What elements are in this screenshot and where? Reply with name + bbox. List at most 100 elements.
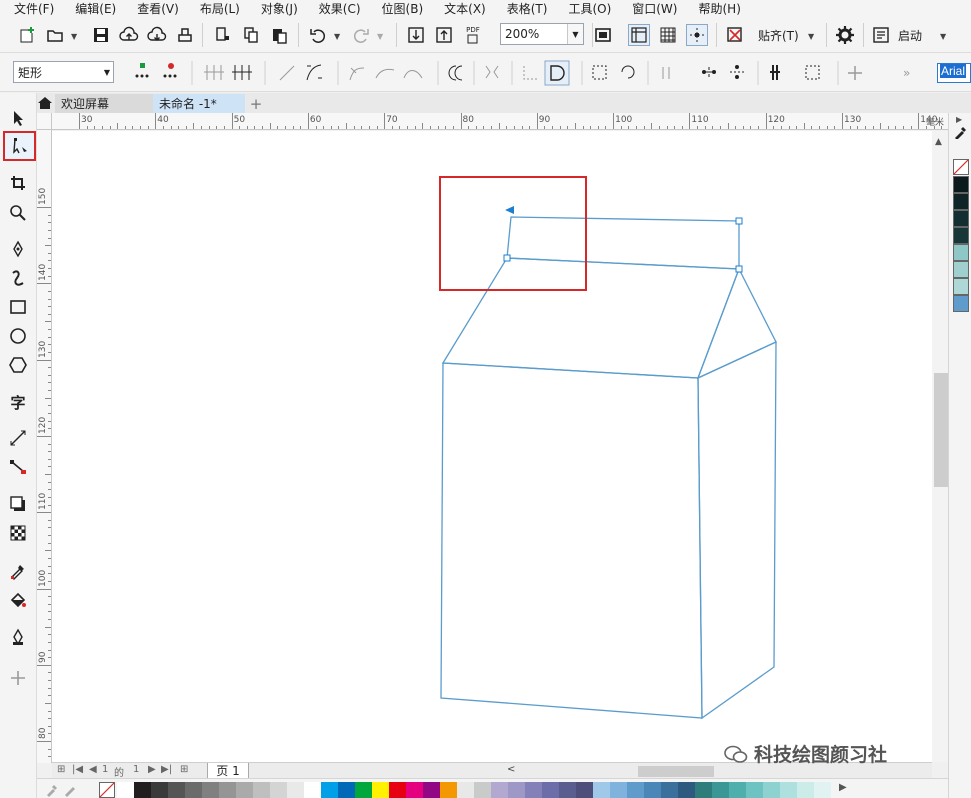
color-swatch[interactable] <box>355 782 372 798</box>
show-guidelines-icon[interactable] <box>686 24 708 46</box>
tab-welcome-screen[interactable]: 欢迎屏幕 <box>55 94 153 113</box>
color-swatch[interactable] <box>134 782 151 798</box>
color-swatch[interactable] <box>457 782 474 798</box>
reverse-direction-icon[interactable] <box>448 65 463 81</box>
open-folder-icon[interactable] <box>44 24 66 46</box>
first-page-icon[interactable]: |◀ <box>72 764 83 775</box>
color-swatch[interactable] <box>610 782 627 798</box>
horizontal-align-icon[interactable] <box>702 67 716 77</box>
selection-node[interactable] <box>503 254 511 262</box>
crop-tool-icon[interactable] <box>6 171 30 195</box>
palette-scroll-right-icon[interactable]: ▶ <box>839 782 847 793</box>
add-node-icon[interactable] <box>135 63 149 78</box>
color-swatch[interactable] <box>729 782 746 798</box>
cut-icon[interactable] <box>212 24 234 46</box>
chevron-down-icon[interactable]: ▼ <box>71 32 77 41</box>
home-icon[interactable] <box>37 95 53 111</box>
color-swatch[interactable] <box>338 782 355 798</box>
eyedropper-icon[interactable] <box>45 783 59 797</box>
save-icon[interactable] <box>90 24 112 46</box>
new-tab-button[interactable]: + <box>247 94 265 113</box>
to-curve-icon[interactable] <box>306 64 322 81</box>
shape-type-select[interactable]: 矩形 ▼ <box>13 61 114 83</box>
palette-scroll-right-icon[interactable]: ▶ <box>956 115 962 124</box>
color-swatch[interactable] <box>953 278 969 295</box>
menu-item-0[interactable]: 文件(F) <box>14 0 54 17</box>
zoom-level-select[interactable]: 200% ▼ <box>500 23 584 45</box>
export-icon[interactable] <box>433 24 455 46</box>
color-swatch[interactable] <box>814 782 831 798</box>
ellipse-tool-icon[interactable] <box>6 324 30 348</box>
vertical-ruler[interactable]: 150 140 130 120 110 100 90 80 <box>37 130 52 763</box>
menu-item-1[interactable]: 编辑(E) <box>75 0 116 17</box>
transparency-tool-icon[interactable] <box>6 521 30 545</box>
text-tool-icon[interactable]: 字 <box>6 390 30 414</box>
color-swatch[interactable] <box>185 782 202 798</box>
color-swatch[interactable] <box>953 295 969 312</box>
color-swatch[interactable] <box>953 227 969 244</box>
drop-shadow-tool-icon[interactable] <box>6 492 30 516</box>
extract-subpath-icon[interactable] <box>523 66 537 80</box>
color-swatch[interactable] <box>440 782 457 798</box>
color-swatch[interactable] <box>763 782 780 798</box>
color-swatch[interactable] <box>627 782 644 798</box>
freehand-tool-icon[interactable] <box>6 237 30 261</box>
color-swatch[interactable] <box>780 782 797 798</box>
connector-tool-icon[interactable] <box>6 455 30 479</box>
chevron-down-icon[interactable]: ▼ <box>104 68 110 77</box>
rectangle-tool-icon[interactable] <box>6 295 30 319</box>
color-swatch[interactable] <box>695 782 712 798</box>
copy-icon[interactable] <box>240 24 262 46</box>
menu-item-10[interactable]: 窗口(W) <box>632 0 677 17</box>
color-swatch[interactable] <box>644 782 661 798</box>
chevron-down-icon[interactable]: ▼ <box>940 32 946 41</box>
close-curve-icon[interactable] <box>544 60 570 86</box>
previous-page-icon[interactable]: ◀ <box>89 764 97 775</box>
cloud-upload-icon[interactable] <box>118 24 140 46</box>
color-swatch[interactable] <box>423 782 440 798</box>
chevron-down-icon[interactable]: ▼ <box>808 32 814 41</box>
to-line-icon[interactable] <box>279 65 295 81</box>
full-screen-preview-icon[interactable] <box>592 24 614 46</box>
color-swatch[interactable] <box>661 782 678 798</box>
select-nodes-icon[interactable] <box>805 65 820 80</box>
menu-item-7[interactable]: 文本(X) <box>444 0 486 17</box>
color-swatch[interactable] <box>389 782 406 798</box>
menu-item-3[interactable]: 布局(L) <box>200 0 240 17</box>
carton-front-face[interactable] <box>440 362 703 719</box>
vertical-align-icon[interactable] <box>730 65 744 79</box>
color-eyedropper-tool-icon[interactable] <box>6 559 30 583</box>
interactive-fill-tool-icon[interactable] <box>6 588 30 612</box>
color-swatch[interactable] <box>542 782 559 798</box>
vertical-scroll-thumb[interactable] <box>934 373 948 487</box>
cusp-node-icon[interactable] <box>349 67 365 81</box>
launch-icon[interactable] <box>870 24 892 46</box>
smart-fill-tool-icon[interactable] <box>6 625 30 649</box>
shape-tool-icon[interactable] <box>3 131 36 161</box>
color-swatch[interactable] <box>168 782 185 798</box>
add-tool-icon[interactable] <box>6 666 30 690</box>
color-swatch[interactable] <box>287 782 304 798</box>
menu-item-4[interactable]: 对象(J) <box>261 0 298 17</box>
color-swatch[interactable] <box>953 261 969 278</box>
color-swatch[interactable] <box>474 782 491 798</box>
parallel-dimension-tool-icon[interactable] <box>6 426 30 450</box>
publish-pdf-icon[interactable]: PDF <box>462 24 484 46</box>
pen-icon[interactable] <box>63 783 77 797</box>
color-swatch[interactable] <box>953 193 969 210</box>
font-name-input[interactable]: Arial <box>937 63 971 83</box>
add-icon[interactable] <box>848 66 862 80</box>
smooth-node-icon[interactable] <box>375 68 395 79</box>
add-page-before-icon[interactable]: ⊞ <box>57 764 65 775</box>
color-swatch[interactable] <box>712 782 729 798</box>
page-tab-1[interactable]: 页 1 <box>207 763 249 779</box>
menu-item-2[interactable]: 查看(V) <box>137 0 179 17</box>
elastic-mode-icon[interactable] <box>770 65 780 80</box>
cloud-download-icon[interactable] <box>146 24 168 46</box>
overflow-chevron-icon[interactable]: » <box>903 66 910 80</box>
color-swatch[interactable] <box>321 782 338 798</box>
undo-icon[interactable] <box>307 24 329 46</box>
zoom-tool-icon[interactable] <box>6 201 30 225</box>
horizontal-ruler[interactable]: 毫米 30 40 50 60 70 80 90 100 110 120 130 140 <box>52 113 966 130</box>
symmetrical-node-icon[interactable] <box>403 70 423 79</box>
